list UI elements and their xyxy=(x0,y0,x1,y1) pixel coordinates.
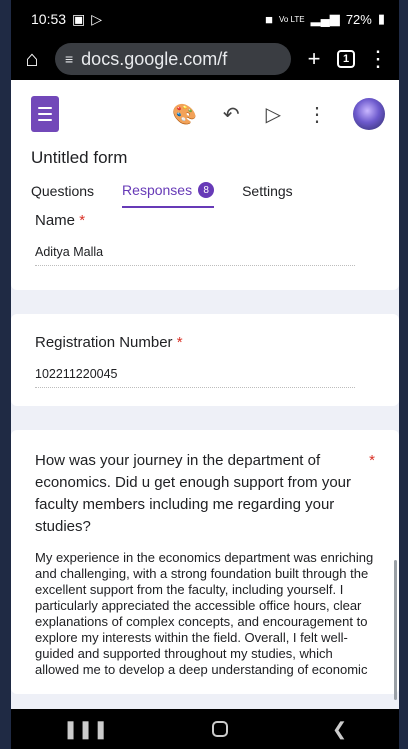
phone-screen: 10:53 ▣ ▷ ■ Vo LTE ▂▄▆ 72% ▮ ⌂ ≡ docs.go… xyxy=(11,0,399,749)
signal-strength-icon: ▂▄▆ xyxy=(310,11,340,26)
form-title[interactable]: Untitled form xyxy=(31,148,385,168)
recent-apps-icon[interactable]: ❚❚❚ xyxy=(63,719,108,740)
more-menu-icon[interactable]: ⋮ xyxy=(365,46,391,72)
url-text: docs.google.com/f xyxy=(81,48,228,69)
scrollbar[interactable] xyxy=(394,560,397,700)
battery-icon: ▮ xyxy=(377,11,385,26)
google-forms-logo[interactable] xyxy=(31,96,59,132)
back-icon[interactable]: ❮ xyxy=(332,719,347,740)
page-content: 🎨 ↶ ▷ ⋮ Untitled form Questions Response… xyxy=(11,80,399,709)
question-label: Name * xyxy=(35,212,86,229)
send-icon[interactable]: ▷ xyxy=(266,102,281,127)
response-card-registration: Registration Number * 102211220045 xyxy=(11,314,399,406)
avatar[interactable] xyxy=(353,98,385,130)
new-tab-icon[interactable]: + xyxy=(301,46,327,72)
tab-settings[interactable]: Settings xyxy=(242,182,293,208)
tab-switcher-button[interactable]: 1 xyxy=(337,50,355,68)
home-button-icon[interactable] xyxy=(212,721,229,737)
response-card-name: Name * Aditya Malla xyxy=(11,208,399,290)
forms-header: 🎨 ↶ ▷ ⋮ Untitled form Questions Response… xyxy=(11,80,399,208)
palette-icon[interactable]: 🎨 xyxy=(172,102,197,127)
answer-text: Aditya Malla xyxy=(35,245,355,266)
question-label: Registration Number * xyxy=(35,334,183,351)
signal-label: Vo LTE xyxy=(278,14,305,24)
tab-responses[interactable]: Responses 8 xyxy=(122,182,215,208)
battery-percent: 72% xyxy=(345,11,372,27)
more-options-icon[interactable]: ⋮ xyxy=(307,102,327,127)
responses-count-badge: 8 xyxy=(198,182,215,198)
undo-icon[interactable]: ↶ xyxy=(223,102,240,127)
alarm-icon: ■ xyxy=(265,11,273,27)
tab-questions[interactable]: Questions xyxy=(31,182,94,208)
question-label: How was your journey in the department o… xyxy=(35,452,375,535)
response-card-long: How was your journey in the department o… xyxy=(11,430,399,694)
form-tabs: Questions Responses 8 Settings xyxy=(31,182,385,208)
gallery-notification-icon: ▣ xyxy=(72,10,86,27)
android-nav-bar: ❚❚❚ ❮ xyxy=(11,709,399,749)
play-notification-icon: ▷ xyxy=(91,10,103,27)
home-icon[interactable]: ⌂ xyxy=(19,46,45,72)
status-bar: 10:53 ▣ ▷ ■ Vo LTE ▂▄▆ 72% ▮ xyxy=(11,0,399,38)
long-answer-text: My experience in the economics departmen… xyxy=(35,550,374,677)
browser-toolbar: ⌂ ≡ docs.google.com/f + 1 ⋮ xyxy=(11,38,399,80)
address-bar[interactable]: ≡ docs.google.com/f xyxy=(55,43,291,75)
status-time: 10:53 xyxy=(31,11,67,27)
answer-text: 102211220045 xyxy=(35,367,355,388)
site-info-icon[interactable]: ≡ xyxy=(65,51,73,67)
